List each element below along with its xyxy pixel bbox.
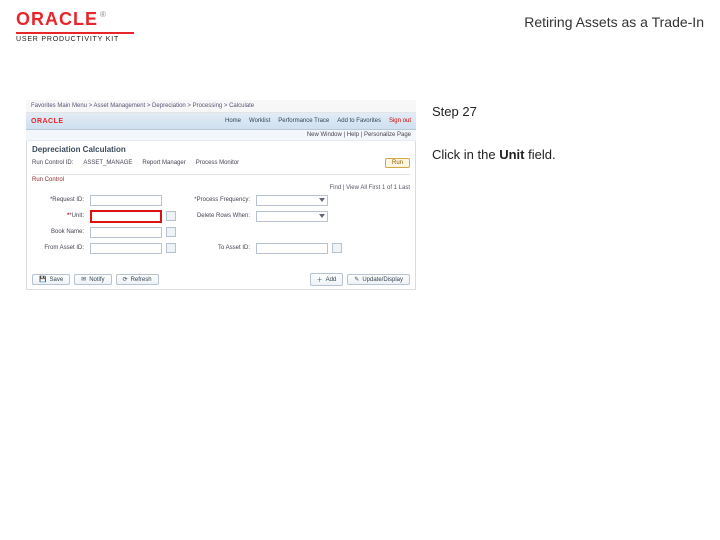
save-icon: 💾 bbox=[39, 276, 46, 283]
refresh-icon: ⟳ bbox=[123, 276, 128, 283]
request-id-label: *Request ID: bbox=[32, 197, 86, 203]
form-panel: Run Control Find | View All First 1 of 1… bbox=[32, 177, 410, 255]
product-subtitle: USER PRODUCTIVITY KIT bbox=[16, 36, 134, 43]
unit-label: **Unit: bbox=[32, 213, 86, 219]
nav-worklist[interactable]: Worklist bbox=[249, 118, 270, 124]
app-frame: Favorites Main Menu > Asset Management >… bbox=[26, 100, 416, 290]
nav-signout[interactable]: Sign out bbox=[389, 118, 411, 124]
oracle-wordmark: ORACLE bbox=[16, 9, 98, 29]
run-button[interactable]: Run bbox=[385, 158, 410, 168]
nav-performance-trace[interactable]: Performance Trace bbox=[278, 118, 329, 124]
panel-pager[interactable]: Find | View All First 1 of 1 Last bbox=[32, 185, 410, 191]
from-asset-input[interactable] bbox=[90, 243, 162, 254]
doc-title: Retiring Assets as a Trade-In bbox=[524, 14, 704, 30]
delete-rows-label: Delete Rows When: bbox=[180, 213, 252, 219]
delete-rows-select[interactable] bbox=[256, 211, 328, 222]
logo-rule bbox=[16, 32, 134, 34]
instruction-text: Click in the Unit field. bbox=[432, 147, 704, 162]
step-label: Step 27 bbox=[432, 104, 704, 119]
divider bbox=[32, 174, 410, 175]
save-button[interactable]: 💾Save bbox=[32, 274, 70, 285]
book-name-lookup-icon[interactable] bbox=[166, 227, 176, 237]
page-title: Depreciation Calculation bbox=[26, 141, 416, 156]
notify-icon: ✉ bbox=[81, 276, 86, 283]
book-name-input[interactable] bbox=[90, 227, 162, 238]
trademark-icon: ® bbox=[100, 10, 106, 19]
breadcrumb: Favorites Main Menu > Asset Management >… bbox=[26, 100, 416, 113]
oracle-logo: ORACLE® USER PRODUCTIVITY KIT bbox=[16, 10, 134, 43]
nav-add-favorites[interactable]: Add to Favorites bbox=[337, 118, 381, 124]
add-button[interactable]: ＋Add bbox=[310, 273, 344, 286]
add-icon: ＋ bbox=[317, 275, 323, 284]
run-control-id-label: Run Control ID: bbox=[32, 160, 73, 166]
run-control-id-value: ASSET_MANAGE bbox=[83, 160, 132, 166]
process-monitor-link[interactable]: Process Monitor bbox=[196, 160, 239, 166]
notify-button[interactable]: ✉Notify bbox=[74, 274, 111, 285]
panel-header-label: Run Control bbox=[32, 177, 64, 183]
to-asset-label: To Asset ID: bbox=[180, 245, 252, 251]
brand-bar: ORACLE Home Worklist Performance Trace A… bbox=[26, 113, 416, 130]
report-manager-link[interactable]: Report Manager bbox=[142, 160, 185, 166]
from-asset-label: From Asset ID: bbox=[32, 245, 86, 251]
action-footer: 💾Save ✉Notify ⟳Refresh ＋Add ✎Update/Disp… bbox=[32, 273, 410, 286]
update-icon: ✎ bbox=[354, 276, 359, 283]
panel-header: Run Control bbox=[32, 177, 410, 183]
process-frequency-label: *Process Frequency: bbox=[180, 197, 252, 203]
embedded-screenshot: Favorites Main Menu > Asset Management >… bbox=[26, 100, 416, 290]
page-toolbar-links[interactable]: New Window | Help | Personalize Page bbox=[26, 130, 416, 141]
unit-input[interactable] bbox=[90, 210, 162, 223]
to-asset-input[interactable] bbox=[256, 243, 328, 254]
page-root: ORACLE® USER PRODUCTIVITY KIT Retiring A… bbox=[0, 0, 720, 540]
run-control-line: Run Control ID: ASSET_MANAGE Report Mana… bbox=[26, 156, 416, 172]
to-asset-lookup-icon[interactable] bbox=[332, 243, 342, 253]
refresh-button[interactable]: ⟳Refresh bbox=[116, 274, 159, 285]
request-id-input[interactable] bbox=[90, 195, 162, 206]
top-nav: Home Worklist Performance Trace Add to F… bbox=[225, 118, 411, 124]
instruction-column: Step 27 Click in the Unit field. bbox=[432, 104, 704, 162]
unit-lookup-icon[interactable] bbox=[166, 211, 176, 221]
doc-body: Favorites Main Menu > Asset Management >… bbox=[26, 100, 704, 524]
book-name-label: Book Name: bbox=[32, 229, 86, 235]
form-grid: *Request ID: *Process Frequency: **Unit:… bbox=[32, 193, 410, 255]
from-asset-lookup-icon[interactable] bbox=[166, 243, 176, 253]
doc-header: ORACLE® USER PRODUCTIVITY KIT Retiring A… bbox=[16, 10, 704, 50]
process-frequency-select[interactable] bbox=[256, 195, 328, 206]
app-oracle-wordmark: ORACLE bbox=[31, 118, 64, 125]
update-display-button[interactable]: ✎Update/Display bbox=[347, 274, 410, 285]
nav-home[interactable]: Home bbox=[225, 118, 241, 124]
